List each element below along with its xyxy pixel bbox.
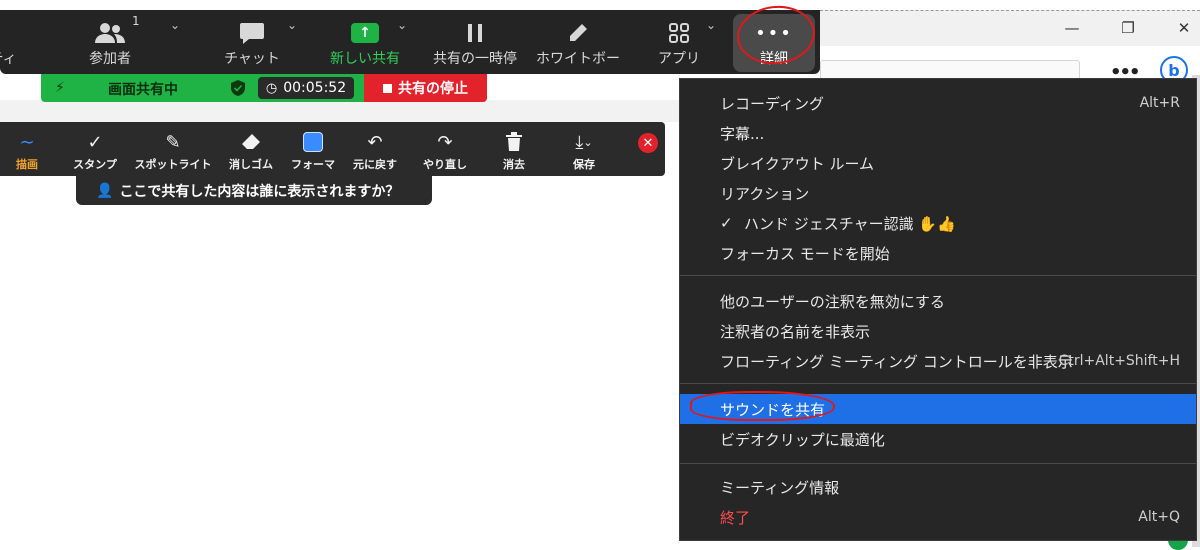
chat-chevron-icon[interactable]: ⌄ (287, 18, 297, 32)
clear-button[interactable]: 消去 (494, 122, 534, 176)
new-share-button[interactable]: ↑ 新しい共有 (325, 10, 405, 74)
undo-button[interactable]: ↶ 元に戻す (350, 122, 400, 176)
annotation-toolbar: ∼ 描画 ✓ スタンプ ✎ スポットライト 消しゴム フォーマ ↶ 元に戻す ↷… (0, 122, 665, 176)
stop-icon (383, 83, 392, 93)
shield-icon (231, 80, 245, 100)
menu-item-breakout-rooms[interactable]: ブレイクアウト ルーム (680, 148, 1196, 178)
menu-item-hide-floating-controls[interactable]: フローティング ミーティング コントロールを非表示 Ctrl+Alt+Shift… (680, 346, 1196, 376)
person-icon: 👤 (96, 182, 114, 199)
clear-label: 消去 (503, 158, 525, 171)
format-color-icon (303, 132, 323, 152)
draw-label: 描画 (16, 158, 38, 171)
participants-label: 参加者 (89, 51, 131, 67)
share-arrow-icon: ↑ (351, 23, 379, 43)
menu-item-optimize-video[interactable]: ビデオクリップに最適化 (680, 424, 1196, 454)
new-share-chevron-icon[interactable]: ⌄ (397, 18, 407, 32)
eraser-icon (241, 128, 261, 156)
spotlight-button[interactable]: ✎ スポットライト (134, 122, 212, 176)
close-window-button[interactable]: ✕ (1164, 14, 1200, 42)
toolbar-partial-item[interactable]: ティ (0, 10, 20, 74)
menu-item-disable-annotation[interactable]: 他のユーザーの注釈を無効にする (680, 286, 1196, 316)
restore-button[interactable]: ❐ (1108, 14, 1148, 42)
minimize-button[interactable]: — (1052, 14, 1092, 42)
shared-content-band (0, 100, 680, 122)
undo-icon: ↶ (367, 131, 383, 153)
chat-button[interactable]: チャット (222, 10, 282, 74)
pause-share-label: 共有の一時停 (433, 51, 517, 67)
menu-separator (680, 463, 1196, 464)
menu-separator (680, 275, 1196, 276)
meeting-toolbar: ティ 参加者 1 ⌄ チャット ⌄ ↑ 新しい共有 ⌄ 共有の一時停 ホワイトボ… (0, 10, 820, 74)
menu-item-focus-mode[interactable]: フォーカス モードを開始 (680, 238, 1196, 268)
who-can-see-button[interactable]: 👤 ここで共有した内容は誰に表示されますか？ (76, 176, 432, 205)
bolt-icon: ⚡ (55, 80, 65, 96)
share-timer: ◷ 00:05:52 (258, 77, 354, 99)
apps-chevron-icon[interactable]: ⌄ (706, 18, 716, 32)
format-button[interactable]: フォーマ (290, 122, 336, 176)
stamp-button[interactable]: ✓ スタンプ (70, 122, 120, 176)
whiteboard-button[interactable]: ホワイトボー (536, 10, 620, 74)
menu-item-end[interactable]: 終了 Alt+Q (680, 502, 1196, 532)
trash-icon (505, 128, 523, 156)
pause-icon (465, 16, 485, 50)
new-share-label: 新しい共有 (330, 51, 400, 67)
participants-icon (93, 16, 127, 50)
redo-button[interactable]: ↷ やり直し (420, 122, 470, 176)
who-can-see-label: ここで共有した内容は誰に表示されますか？ (119, 183, 400, 200)
pause-share-button[interactable]: 共有の一時停 (427, 10, 523, 74)
pencil-icon (566, 16, 590, 50)
spotlight-wand-icon: ✎ (165, 131, 181, 153)
eraser-button[interactable]: 消しゴム (226, 122, 276, 176)
stamp-label: スタンプ (73, 158, 117, 171)
share-timer-value: 00:05:52 (283, 80, 347, 96)
save-icon: ⤓ ⌄ (575, 131, 593, 153)
save-label: 保存 (573, 158, 595, 171)
spotlight-label: スポットライト (134, 158, 212, 171)
format-label: フォーマ (291, 158, 335, 171)
close-annotation-icon[interactable]: ✕ (638, 133, 658, 153)
menu-item-hand-gesture[interactable]: ✓ ハンド ジェスチャー認識 ✋👍 (680, 208, 1196, 238)
apps-label: アプリ (658, 51, 700, 67)
stop-share-button[interactable]: 共有の停止 (364, 74, 487, 102)
redo-label: やり直し (423, 158, 467, 171)
redo-icon: ↷ (437, 131, 453, 153)
apps-button[interactable]: アプリ (652, 10, 706, 74)
more-menu: レコーディング Alt+R 字幕... ブレイクアウト ルーム リアクション ✓… (679, 78, 1197, 541)
apps-icon (667, 16, 691, 50)
menu-separator (680, 383, 1196, 384)
chat-icon (239, 16, 265, 50)
check-stamp-icon: ✓ (87, 131, 103, 153)
clock-icon: ◷ (265, 80, 278, 96)
whiteboard-label: ホワイトボー (536, 51, 620, 67)
menu-item-reactions[interactable]: リアクション (680, 178, 1196, 208)
stop-share-label: 共有の停止 (398, 81, 468, 97)
eraser-label: 消しゴム (229, 158, 273, 171)
participants-button[interactable]: 参加者 (80, 10, 140, 74)
toolbar-partial-label: ティ (0, 51, 17, 67)
menu-item-captions[interactable]: 字幕... (680, 118, 1196, 148)
save-button[interactable]: ⤓ ⌄ 保存 (562, 122, 606, 176)
menu-item-hide-annotator-names[interactable]: 注釈者の名前を非表示 (680, 316, 1196, 346)
undo-label: 元に戻す (353, 158, 397, 171)
menu-item-meeting-info[interactable]: ミーティング情報 (680, 472, 1196, 502)
annotation-highlight-mark (690, 391, 835, 421)
menu-item-recording[interactable]: レコーディング Alt+R (680, 88, 1196, 118)
screen-sharing-label: 画面共有中 (108, 82, 178, 98)
draw-button[interactable]: ∼ 描画 (4, 122, 50, 176)
participants-chevron-icon[interactable]: ⌄ (170, 18, 180, 32)
check-icon: ✓ (720, 214, 733, 232)
chat-label: チャット (224, 51, 280, 67)
participants-count: 1 (132, 14, 140, 28)
draw-wave-icon: ∼ (19, 131, 35, 153)
